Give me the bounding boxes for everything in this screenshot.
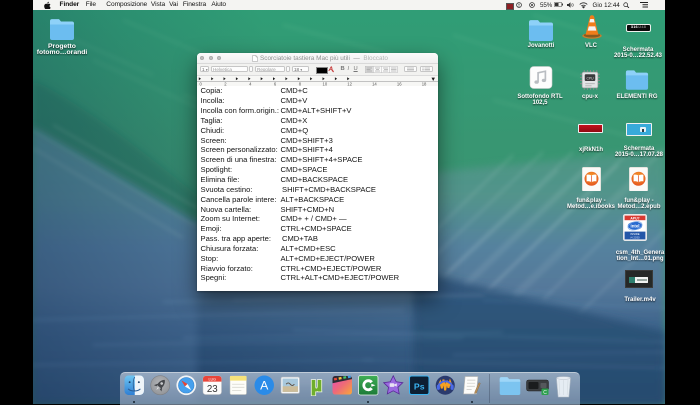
svg-text:A: A [260,379,269,393]
svg-text:LUG: LUG [208,378,216,382]
svg-text:APU?: APU? [630,216,639,220]
svg-text:23: 23 [207,384,218,395]
svg-text:Ps: Ps [414,382,425,392]
svg-text:CPU: CPU [586,76,594,80]
svg-text:C: C [543,390,547,395]
svg-text:i4 2030: i4 2030 [630,235,640,239]
svg-text:intel: intel [630,223,639,228]
svg-text:µ: µ [311,375,322,396]
